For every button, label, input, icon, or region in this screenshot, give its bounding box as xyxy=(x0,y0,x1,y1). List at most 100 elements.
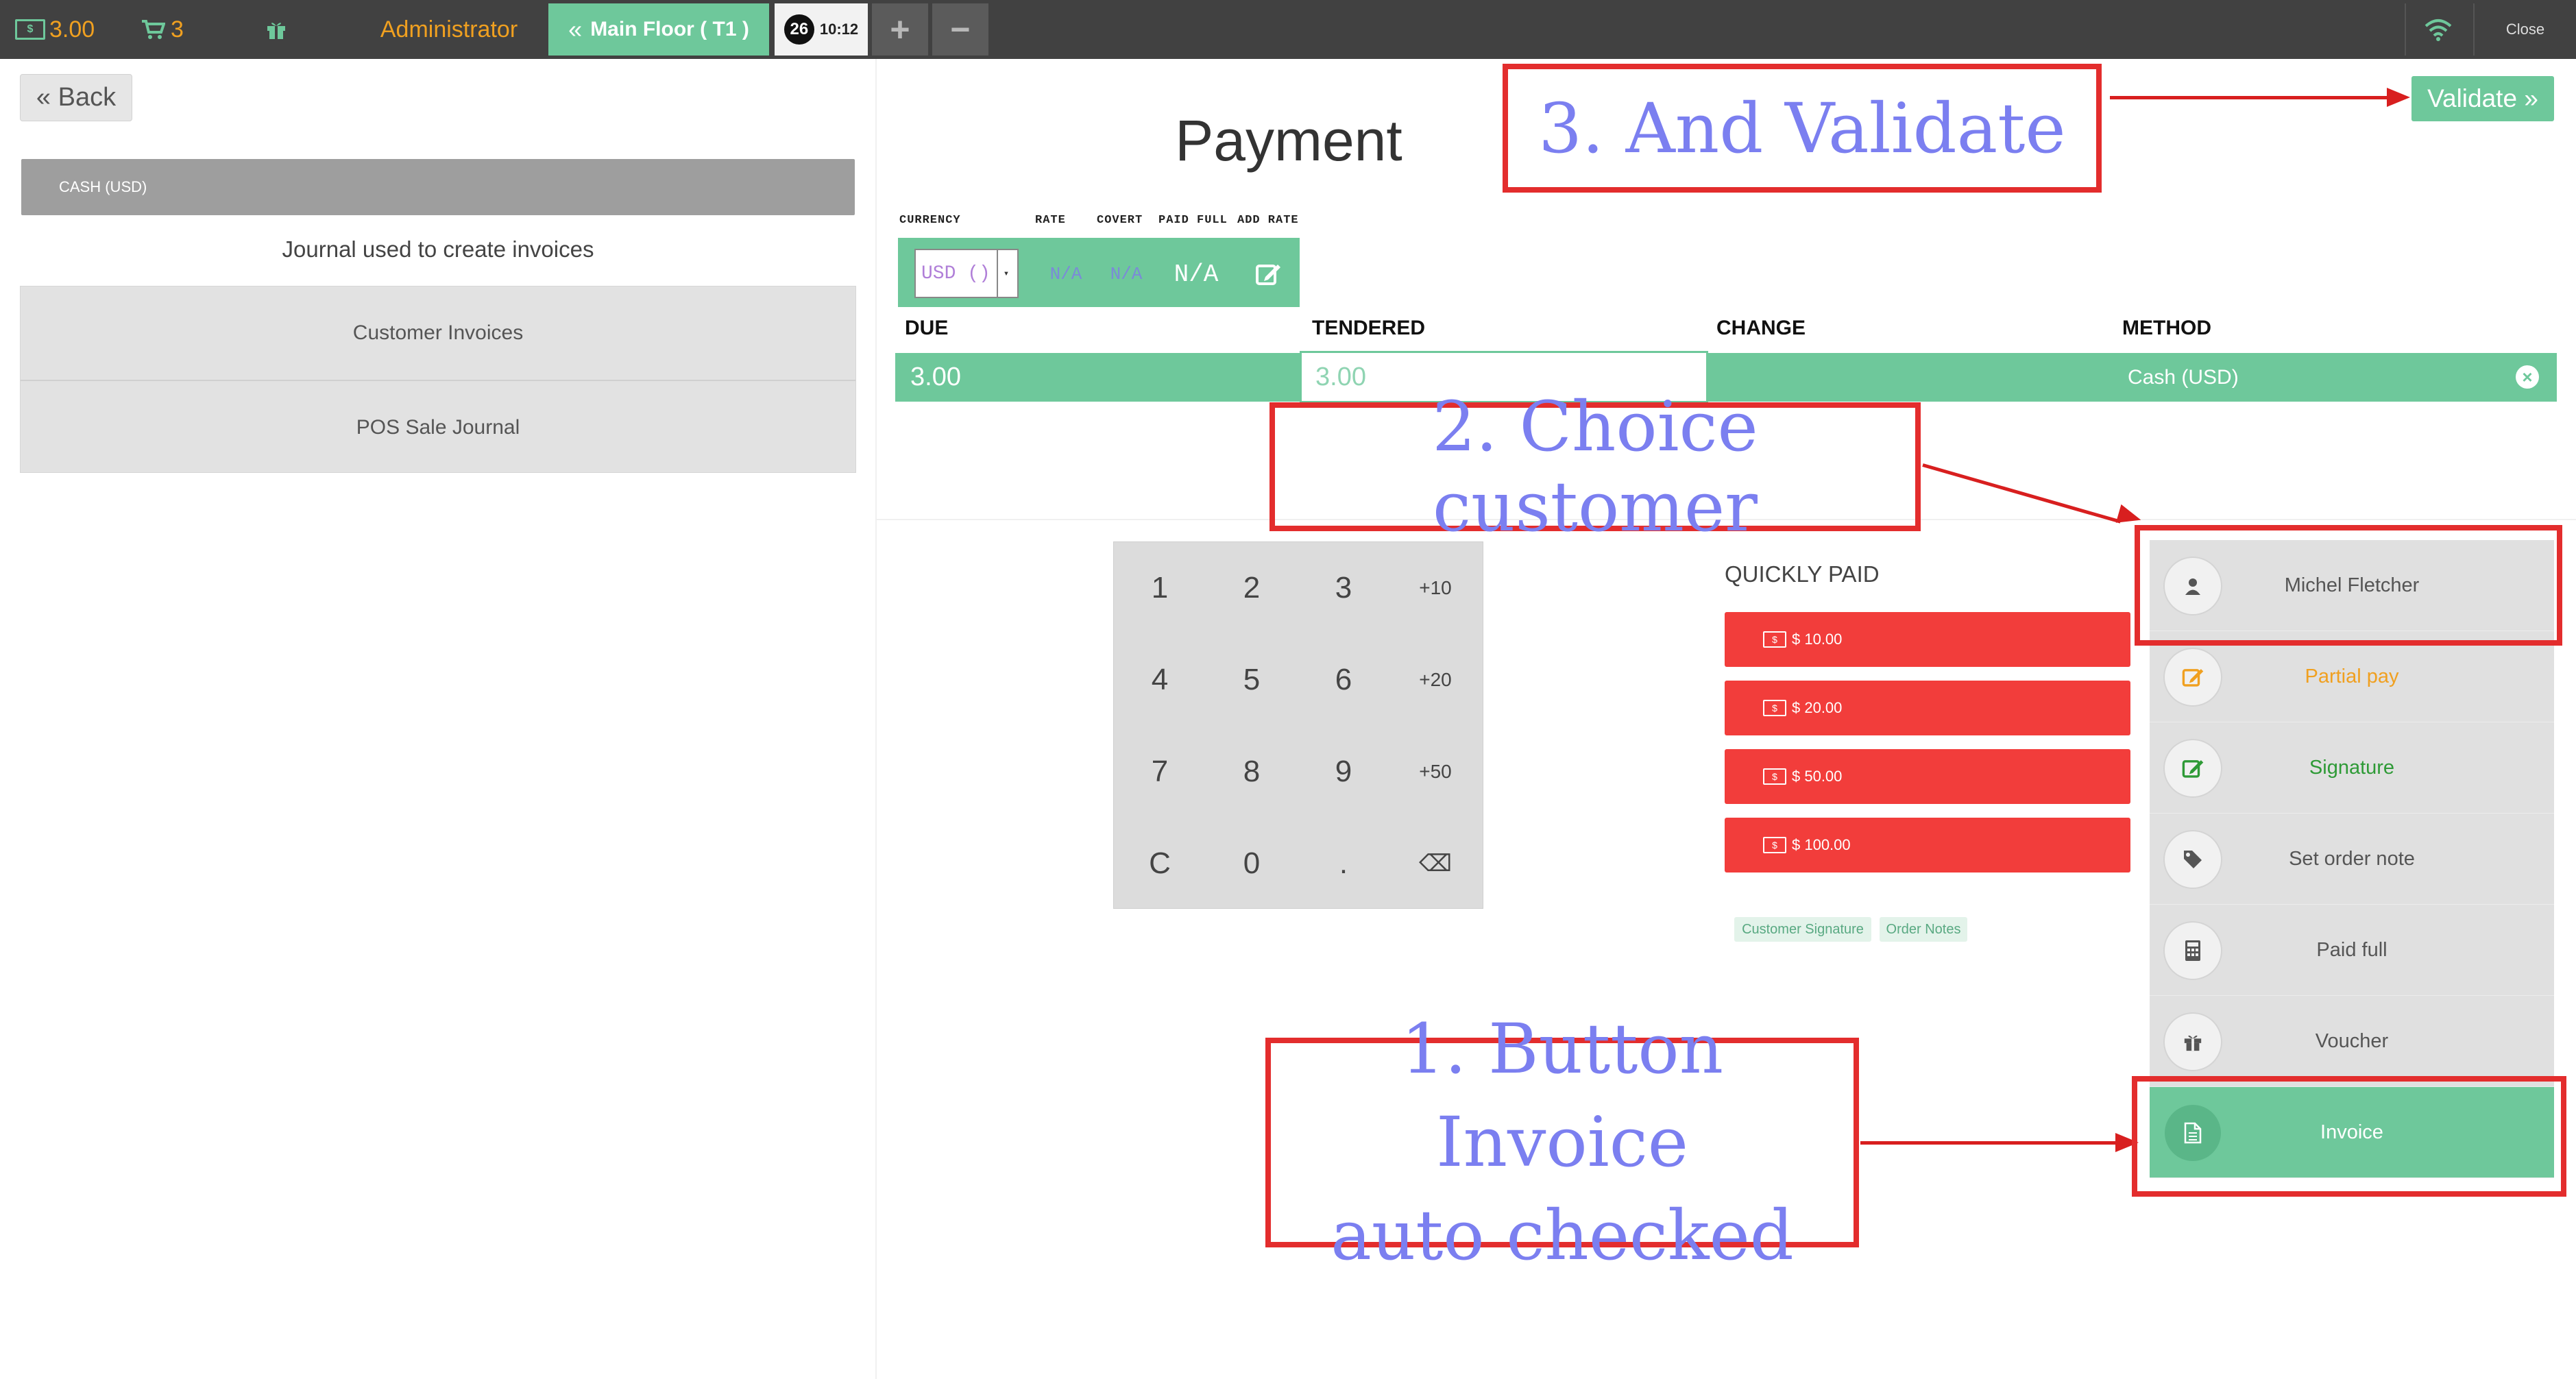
cart-count: 3 xyxy=(171,16,184,42)
floor-label: Main Floor ( T1 ) xyxy=(590,18,749,40)
order-notes-tag[interactable]: Order Notes xyxy=(1880,917,1967,942)
method-header: METHOD xyxy=(2122,317,2211,339)
quick-pay-amount: $ 100.00 xyxy=(1792,836,1851,853)
change-header: CHANGE xyxy=(1716,317,1806,339)
top-bar: $ 3.00 3 Administrator « Main Floor ( T1… xyxy=(0,0,2576,59)
quick-pay-10-button[interactable]: $ $ 10.00 xyxy=(1725,612,2130,667)
cart-icon xyxy=(142,20,165,39)
journal-item-customer-invoices[interactable]: Customer Invoices xyxy=(21,286,855,381)
signature-label: Signature xyxy=(2309,757,2395,779)
numpad-key-clear[interactable]: C xyxy=(1114,818,1206,910)
money-icon: $ xyxy=(1763,700,1786,716)
add-order-button[interactable]: + xyxy=(872,3,928,56)
add-rate-header: ADD RATE xyxy=(1237,214,1299,227)
annotation-step1-line1: 1. Button Invoice xyxy=(1400,1009,1724,1182)
numpad-key-5[interactable]: 5 xyxy=(1206,634,1298,726)
quick-pay-50-button[interactable]: $ $ 50.00 xyxy=(1725,749,2130,804)
numpad-key-7[interactable]: 7 xyxy=(1114,726,1206,818)
user-name[interactable]: Administrator xyxy=(370,14,528,45)
pane-divider xyxy=(875,59,877,1379)
floor-button[interactable]: « Main Floor ( T1 ) xyxy=(548,3,769,56)
journal-list: Customer Invoices POS Sale Journal xyxy=(20,286,856,473)
numpad-key-1[interactable]: 1 xyxy=(1114,542,1206,634)
numpad-key-plus50[interactable]: +50 xyxy=(1389,726,1481,818)
page-title: Payment xyxy=(1175,108,1402,173)
numpad-key-9[interactable]: 9 xyxy=(1298,726,1389,818)
annotation-invoice-highlight xyxy=(2132,1076,2566,1197)
annotation-step2: 2. Choice customer xyxy=(1432,387,1758,547)
due-header: DUE xyxy=(905,317,949,339)
money-icon: $ xyxy=(15,19,45,40)
paid-full-button[interactable]: Paid full xyxy=(2150,905,2554,996)
numpad-key-dot[interactable]: . xyxy=(1298,818,1389,910)
order-time: 10:12 xyxy=(819,21,859,38)
backspace-icon[interactable]: ⌫ xyxy=(1389,818,1481,910)
covert-header: COVERT xyxy=(1097,214,1143,227)
annotation-validate-box: 3. And Validate xyxy=(1503,64,2102,193)
voucher-button[interactable]: Voucher xyxy=(2150,996,2554,1087)
numpad-key-3[interactable]: 3 xyxy=(1298,542,1389,634)
paid-full-value: N/A xyxy=(1174,260,1219,289)
currency-select-value: USD () xyxy=(921,263,991,284)
journal-label: Journal used to create invoices xyxy=(282,236,594,262)
numpad-key-plus20[interactable]: +20 xyxy=(1389,634,1481,726)
annotation-arrow xyxy=(2110,96,2392,99)
order-count-badge: 26 xyxy=(783,14,814,45)
numpad-key-0[interactable]: 0 xyxy=(1206,818,1298,910)
annotation-step1-line2: auto checked xyxy=(1330,1195,1794,1276)
signature-button[interactable]: Signature xyxy=(2150,722,2554,814)
total-indicator[interactable]: $ 3.00 xyxy=(15,14,95,45)
quickly-paid-title: QUICKLY PAID xyxy=(1725,561,1880,587)
annotation-arrow xyxy=(1922,463,2122,524)
set-order-note-label: Set order note xyxy=(2289,848,2415,870)
minus-icon: − xyxy=(950,10,971,49)
set-order-note-button[interactable]: Set order note xyxy=(2150,814,2554,905)
annotation-arrow xyxy=(1860,1141,2121,1145)
rate-header: RATE xyxy=(1035,214,1066,227)
numpad-key-8[interactable]: 8 xyxy=(1206,726,1298,818)
money-icon: $ xyxy=(1763,837,1786,853)
numpad: 1 2 3 +10 4 5 6 +20 7 8 9 +50 C 0 . ⌫ xyxy=(1113,541,1483,909)
wifi-icon xyxy=(2405,3,2470,56)
money-icon: $ xyxy=(1763,631,1786,648)
order-tab[interactable]: 26 10:12 xyxy=(775,3,868,56)
numpad-key-plus10[interactable]: +10 xyxy=(1389,542,1481,634)
covert-value: N/A xyxy=(1110,264,1143,284)
annotation-customer-box: 2. Choice customer xyxy=(1269,387,1921,547)
double-chevron-left-icon: « xyxy=(568,15,583,43)
arrow-head-icon xyxy=(2387,88,2410,107)
dropdown-arrow-icon: ▾ xyxy=(997,250,1014,297)
currency-select[interactable]: USD () ▾ xyxy=(914,249,1019,298)
back-button[interactable]: « Back xyxy=(20,74,132,121)
quick-pay-amount: $ 50.00 xyxy=(1792,768,1843,785)
paid-full-label: Paid full xyxy=(2316,939,2387,961)
annotation-step3: 3. And Validate xyxy=(1538,88,2066,169)
due-value: 3.00 xyxy=(910,363,961,391)
close-button[interactable]: Close xyxy=(2473,3,2576,56)
paid-full-header: PAID FULL xyxy=(1158,214,1228,227)
gift-icon[interactable] xyxy=(260,14,292,45)
quick-pay-amount: $ 20.00 xyxy=(1792,699,1843,716)
validate-button[interactable]: Validate » xyxy=(2411,76,2554,121)
journal-header: CASH (USD) xyxy=(21,159,855,215)
annotation-customer-highlight xyxy=(2135,525,2562,646)
quick-pay-100-button[interactable]: $ $ 100.00 xyxy=(1725,818,2130,872)
plus-icon: + xyxy=(890,10,910,49)
numpad-key-4[interactable]: 4 xyxy=(1114,634,1206,726)
annotation-invoice-box: 1. Button Invoice auto checked xyxy=(1265,1009,1859,1276)
voucher-label: Voucher xyxy=(2315,1030,2389,1052)
journal-item-pos-sale-journal[interactable]: POS Sale Journal xyxy=(21,381,855,474)
remove-order-button[interactable]: − xyxy=(932,3,988,56)
numpad-key-2[interactable]: 2 xyxy=(1206,542,1298,634)
tendered-header: TENDERED xyxy=(1312,317,1426,339)
rate-value: N/A xyxy=(1049,264,1082,284)
remove-line-icon[interactable]: × xyxy=(2516,365,2539,389)
cart-indicator[interactable]: 3 xyxy=(141,14,184,45)
customer-signature-tag[interactable]: Customer Signature xyxy=(1734,917,1871,942)
method-value: Cash (USD) xyxy=(2128,365,2239,389)
numpad-key-6[interactable]: 6 xyxy=(1298,634,1389,726)
total-amount: 3.00 xyxy=(49,16,95,42)
quick-pay-20-button[interactable]: $ $ 20.00 xyxy=(1725,681,2130,735)
edit-rate-icon[interactable] xyxy=(1248,254,1289,295)
currency-header: CURRENCY xyxy=(899,214,961,227)
